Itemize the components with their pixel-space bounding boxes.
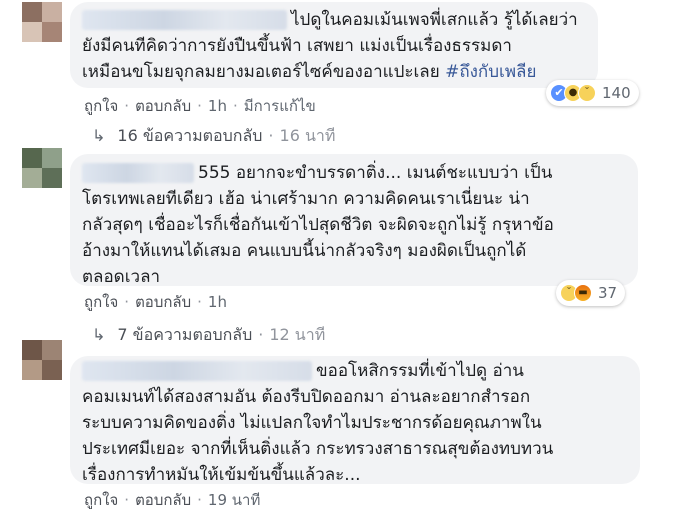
reply-link[interactable]: ตอบกลับ: [135, 488, 191, 512]
reactions-summary[interactable]: ˘ ▬ 37: [556, 280, 626, 306]
sad-reaction-icon: ˘: [578, 84, 596, 102]
comment-line: ขออโหสิกรรมที่เข้าไปดู อ่าน: [82, 358, 628, 384]
comment-actions: ถูกใจ · ตอบกลับ · 19 นาที: [84, 488, 260, 512]
comment-line: ประเทศมีเยอะ จากที่เห็นติ่งแล้ว กระทรวงส…: [82, 439, 554, 459]
comment-actions: ถูกใจ · ตอบกลับ · 1h · มีการแก้ไข: [84, 94, 316, 118]
comment-line: 555 อยากจะขำบรรดาติ่ง... เมนต์ชะแบบว่า เ…: [82, 160, 626, 186]
timestamp[interactable]: 19 นาที: [208, 488, 260, 512]
reply-link[interactable]: ตอบกลับ: [135, 290, 191, 314]
comment-line: ระบบความคิดของติ่ง ไม่แปลกใจทำไมประชากรด…: [82, 413, 542, 433]
replies-time: 16 นาที: [279, 126, 336, 145]
avatar[interactable]: [22, 148, 62, 188]
comment-line: ตลอดเวลา: [82, 267, 161, 287]
reply-link[interactable]: ตอบกลับ: [135, 94, 191, 118]
avatar[interactable]: [22, 2, 62, 42]
comment-bubble: ขออโหสิกรรมที่เข้าไปดู อ่าน คอมเมนท์ได้ส…: [70, 356, 640, 485]
comment-line: อ้างมาให้แทนได้เสมอ คนแบบนี้น่ากลัวจริงๆ…: [82, 241, 527, 261]
replies-count[interactable]: 16 ข้อความตอบกลับ: [117, 126, 262, 145]
comment-bubble: ไปดูในคอมเม้นเพจพี่เสกแล้ว รู้ได้เลยว่า …: [70, 2, 598, 88]
like-link[interactable]: ถูกใจ: [84, 488, 118, 512]
comment-line: โตรเทพเลยทีเดียว เฮ้อ น่าเศร้ามาก ความคิ…: [82, 189, 530, 209]
comment-line: ยังมีคนทีคิดว่าการยังปืนขึ้นฟ้า เสพยา แม…: [82, 36, 512, 56]
comment-1: ไปดูในคอมเม้นเพจพี่เสกแล้ว รู้ได้เลยว่า …: [0, 0, 697, 150]
comment-line: คอมเมนท์ได้สองสามอัน ต้องรีบปิดออกมา อ่า…: [82, 387, 531, 407]
reply-arrow-icon: ↳: [92, 126, 106, 145]
comment-actions: ถูกใจ · ตอบกลับ · 1h: [84, 290, 227, 314]
reaction-count: 140: [602, 84, 631, 102]
commenter-name-blurred[interactable]: [82, 163, 194, 183]
like-link[interactable]: ถูกใจ: [84, 94, 118, 118]
like-link[interactable]: ถูกใจ: [84, 290, 118, 314]
view-replies-link[interactable]: ↳ 16 ข้อความตอบกลับ · 16 นาที: [92, 124, 335, 149]
angry-reaction-icon: ▬: [574, 284, 592, 302]
comment-line: กลัวสุดๆ เชื่ออะไรก็เชื่อกันเข้าไปสุดชีว…: [82, 215, 554, 235]
comment-line: เหมือนขโมยจุกลมยางมอเตอร์ไซค์ของอาแปะเลย…: [82, 62, 537, 82]
comment-line: ไปดูในคอมเม้นเพจพี่เสกแล้ว รู้ได้เลยว่า: [82, 7, 586, 33]
hashtag-link[interactable]: #ถึงกับเพลีย: [445, 62, 536, 82]
comment-2: 555 อยากจะขำบรรดาติ่ง... เมนต์ชะแบบว่า เ…: [0, 148, 697, 348]
comment-3: ขออโหสิกรรมที่เข้าไปดู อ่าน คอมเมนท์ได้ส…: [0, 340, 697, 514]
avatar[interactable]: [22, 340, 62, 380]
reactions-summary[interactable]: ✔ ● ˘ 140: [546, 80, 639, 106]
commenter-name-blurred[interactable]: [82, 10, 287, 30]
commenter-name-blurred[interactable]: [82, 361, 312, 381]
timestamp[interactable]: 1h: [208, 97, 227, 115]
edited-label[interactable]: มีการแก้ไข: [244, 94, 316, 118]
timestamp[interactable]: 1h: [208, 293, 227, 311]
comment-bubble: 555 อยากจะขำบรรดาติ่ง... เมนต์ชะแบบว่า เ…: [70, 154, 638, 287]
comment-line: เรื่องการทำหมันให้เข้มข้นขึ้นแล้วละ...: [82, 465, 361, 485]
reaction-count: 37: [598, 284, 618, 302]
